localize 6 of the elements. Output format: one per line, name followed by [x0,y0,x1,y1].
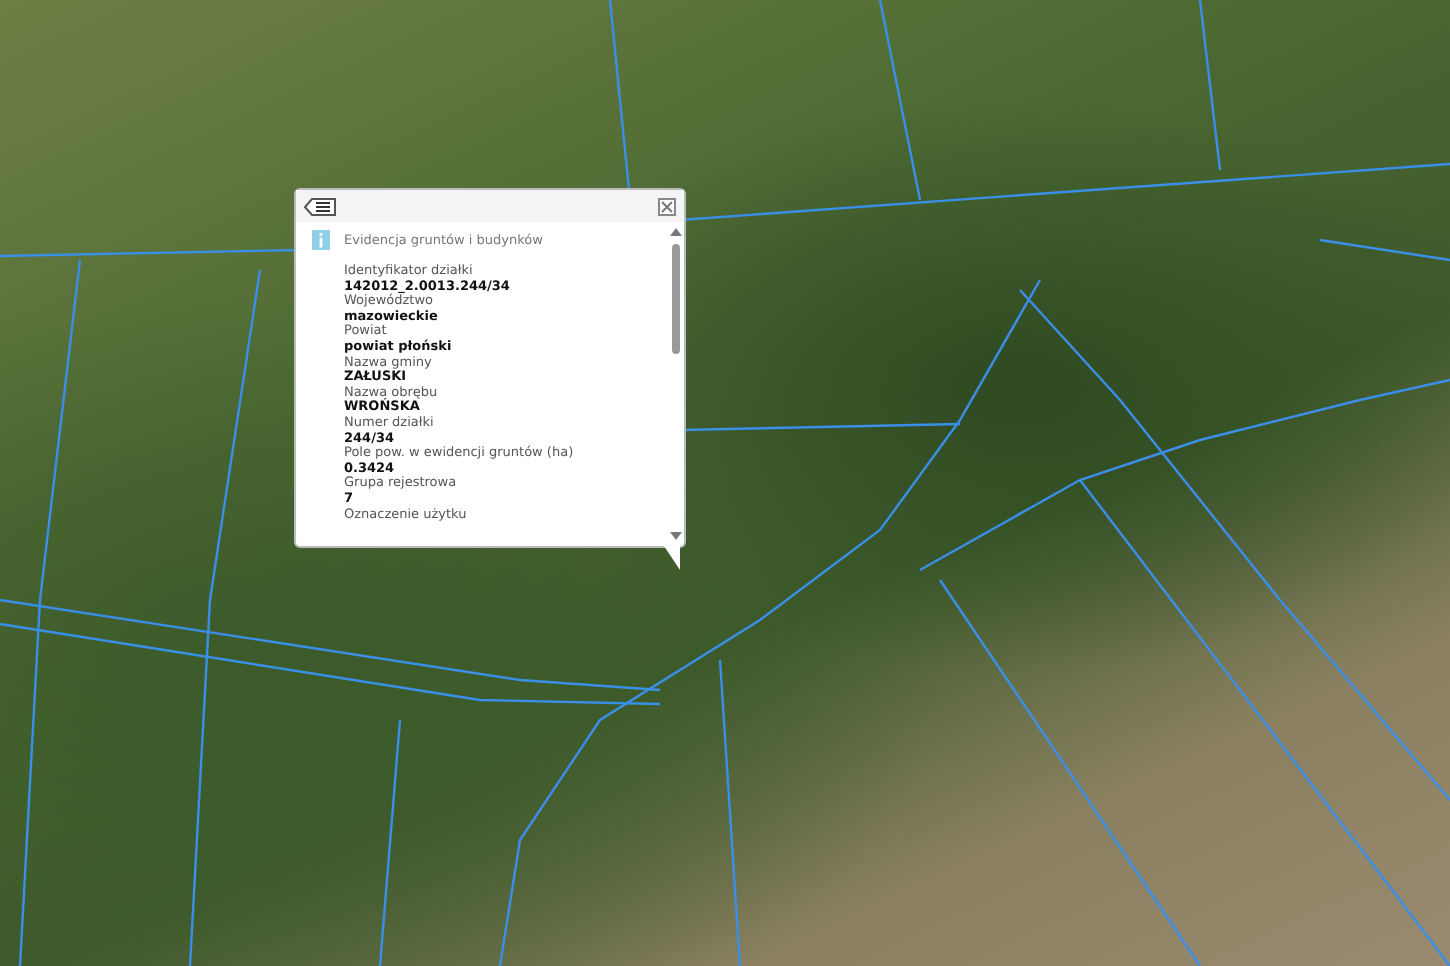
list-button[interactable] [304,197,336,215]
close-button[interactable] [658,197,676,215]
parcel-boundary-line [1319,238,1450,262]
close-icon [658,197,676,215]
info-icon [312,230,330,250]
list-icon [304,197,336,215]
